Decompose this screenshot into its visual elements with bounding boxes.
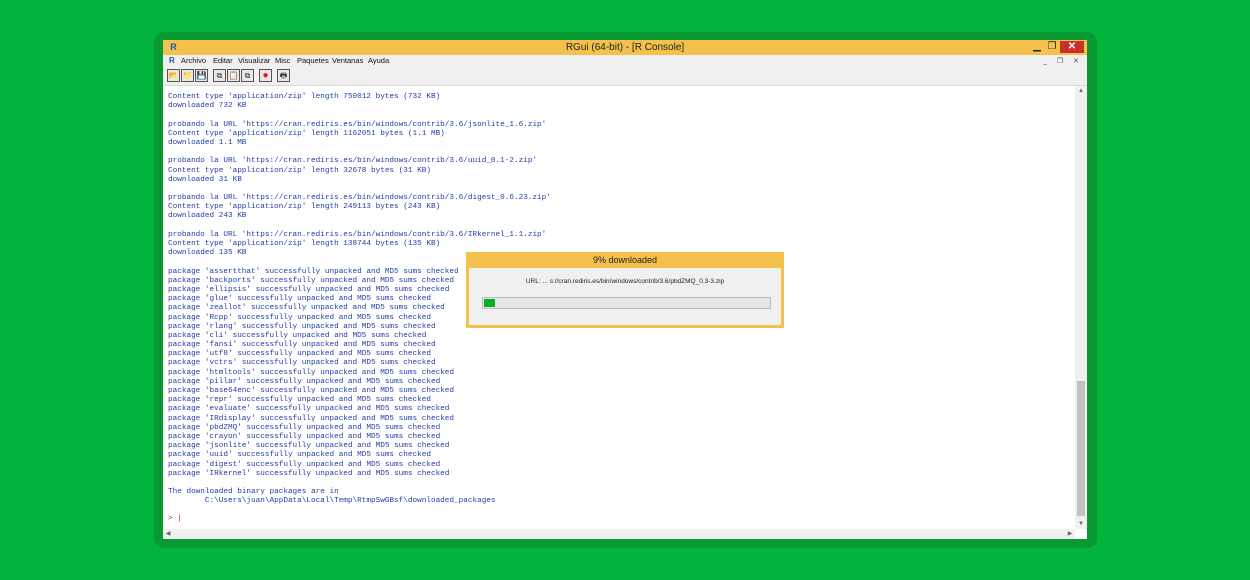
console-line: downloaded 732 KB	[168, 102, 247, 111]
console-line: package 'vctrs' successfully unpacked an…	[168, 359, 436, 368]
console-line: C:\Users\juan\AppData\Local\Temp\RtmpSwG…	[168, 497, 496, 506]
console-line: package 'cli' successfully unpacked and …	[168, 331, 427, 340]
console-line: probando la URL 'https://cran.rediris.es…	[168, 230, 547, 239]
window-title: RGui (64-bit) - [R Console]	[565, 42, 685, 53]
open-script-icon[interactable]: 📂	[167, 69, 180, 82]
minimize-button[interactable]: ▁	[1030, 41, 1044, 53]
dialog-title: 9% downloaded	[592, 255, 658, 265]
menu-paquetes[interactable]: Paquetes	[297, 55, 329, 67]
maximize-button[interactable]: ❐	[1045, 41, 1059, 53]
console-line: downloaded 31 KB	[168, 175, 242, 184]
console-line: package 'base64enc' successfully unpacke…	[168, 387, 455, 395]
console-line: package 'pillar' successfully unpacked a…	[168, 377, 441, 386]
console-line: package 'htmltools' successfully unpacke…	[168, 368, 455, 377]
scroll-down-icon[interactable]: ▼	[1075, 519, 1087, 529]
horizontal-scrollbar[interactable]: ◀ ▶	[163, 529, 1075, 539]
console-line: probando la URL 'https://cran.rediris.es…	[168, 120, 547, 129]
menu-visualizar[interactable]: Visualizar	[238, 55, 270, 67]
toolbar: 📂 📁 💾 ⧉ 📋 ⧉ ● 🖶	[163, 67, 1087, 86]
menu-bar: R Archivo Editar Visualizar Misc Paquete…	[163, 55, 1087, 67]
console-line: package 'IRkernel' successfully unpacked…	[168, 469, 450, 478]
close-button[interactable]: ✕	[1060, 41, 1084, 53]
scroll-up-icon[interactable]: ▲	[1075, 86, 1087, 96]
save-icon[interactable]: 💾	[195, 69, 208, 82]
scroll-right-icon[interactable]: ▶	[1065, 529, 1075, 539]
console-line: Content type 'application/zip' length 13…	[168, 240, 441, 248]
menu-ayuda[interactable]: Ayuda	[368, 55, 389, 67]
console-line: package 'fansi' successfully unpacked an…	[168, 341, 436, 350]
download-progress-dialog: 9% downloaded URL: ... s://cran.rediris.…	[466, 252, 784, 328]
stop-icon[interactable]: ●	[259, 69, 272, 82]
console-line: downloaded 1.1 MB	[168, 138, 247, 147]
menu-ventanas[interactable]: Ventanas	[332, 55, 363, 67]
console-line: Content type 'application/zip' length 11…	[168, 129, 445, 138]
scrollbar-thumb[interactable]	[1077, 381, 1085, 516]
title-bar[interactable]: R RGui (64-bit) - [R Console] ▁ ❐ ✕	[163, 40, 1087, 55]
console-line: package 'repr' successfully unpacked and…	[168, 396, 431, 405]
menu-archivo[interactable]: Archivo	[181, 55, 206, 67]
scroll-left-icon[interactable]: ◀	[163, 529, 173, 539]
console-line: package 'evaluate' successfully unpacked…	[168, 405, 450, 414]
menu-editar[interactable]: Editar	[213, 55, 233, 67]
console-line: The downloaded binary packages are in	[168, 488, 339, 497]
dialog-body: URL: ... s://cran.rediris.es/bin/windows…	[469, 268, 781, 325]
console-line: Content type 'application/zip' length 32…	[168, 166, 431, 175]
console-line: probando la URL 'https://cran.rediris.es…	[168, 194, 551, 203]
download-url: URL: ... s://cran.rediris.es/bin/windows…	[525, 278, 725, 285]
console-line: probando la URL 'https://cran.rediris.es…	[168, 157, 538, 166]
progress-fill	[484, 299, 495, 307]
console-line: Content type 'application/zip' length 75…	[168, 93, 441, 101]
console-line: package 'IRdisplay' successfully unpacke…	[168, 414, 455, 423]
console-line: package 'utf8' successfully unpacked and…	[168, 350, 431, 359]
console-line: downloaded 243 KB	[168, 212, 247, 221]
console-line: package 'jsonlite' successfully unpacked…	[168, 442, 450, 451]
console-line: package 'digest' successfully unpacked a…	[168, 460, 441, 469]
copy-icon[interactable]: ⧉	[213, 69, 226, 82]
r-console-icon[interactable]: R	[169, 56, 178, 66]
console-prompt[interactable]: > |	[168, 515, 1068, 524]
paste-icon[interactable]: 📋	[227, 69, 240, 82]
console-line: Content type 'application/zip' length 24…	[168, 203, 441, 212]
console-line: package 'crayon' successfully unpacked a…	[168, 432, 441, 441]
console-line: package 'uuid' successfully unpacked and…	[168, 451, 431, 460]
console-line: package 'pbdZMQ' successfully unpacked a…	[168, 423, 441, 432]
print-icon[interactable]: 🖶	[277, 69, 290, 82]
progress-bar	[482, 297, 771, 309]
vertical-scrollbar[interactable]: ▲ ▼	[1075, 86, 1087, 529]
menu-misc[interactable]: Misc	[275, 55, 290, 67]
load-workspace-icon[interactable]: 📁	[181, 69, 194, 82]
copy-paste-icon[interactable]: ⧉	[241, 69, 254, 82]
